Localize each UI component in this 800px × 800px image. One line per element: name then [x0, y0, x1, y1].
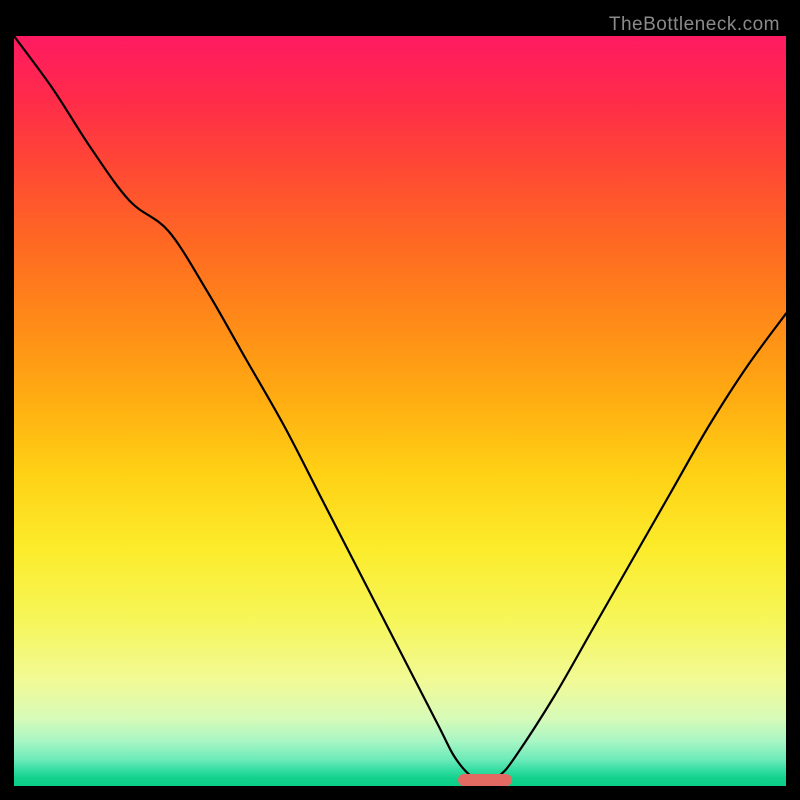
plot-area: [14, 36, 786, 786]
plot-container: TheBottleneck.com: [14, 14, 786, 786]
watermark-text: TheBottleneck.com: [609, 14, 780, 36]
bottleneck-curve: [14, 36, 786, 786]
optimum-marker: [458, 774, 512, 786]
chart-frame: TheBottleneck.com: [0, 0, 800, 800]
